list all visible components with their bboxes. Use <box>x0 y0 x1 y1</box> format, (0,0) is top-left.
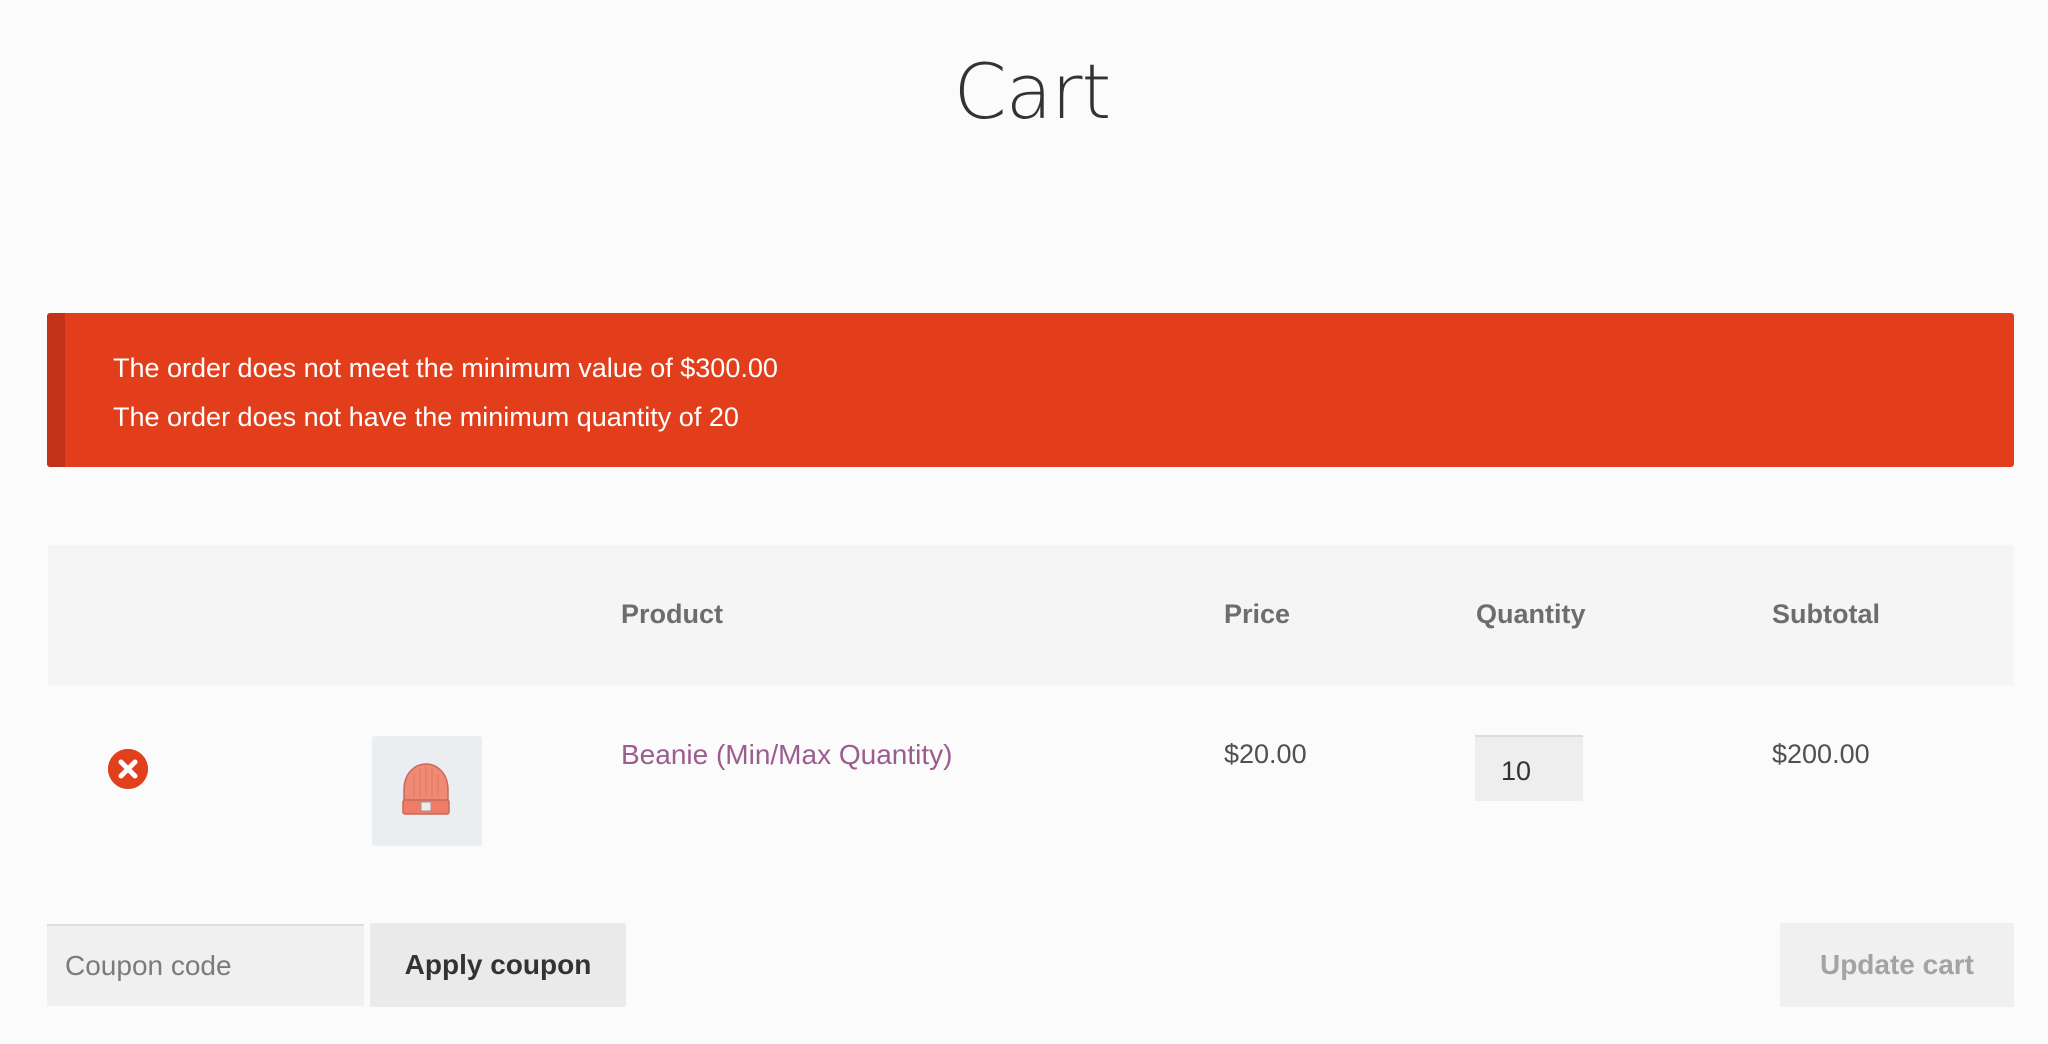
error-notice: The order does not meet the minimum valu… <box>47 313 2014 467</box>
notice-message-min-quantity: The order does not have the minimum quan… <box>113 402 739 432</box>
header-product: Product <box>621 599 724 629</box>
header-subtotal: Subtotal <box>1772 599 1880 629</box>
table-header: Product Price Quantity Subtotal <box>48 545 2014 686</box>
header-quantity: Quantity <box>1476 599 1586 629</box>
beanie-icon <box>402 763 450 815</box>
remove-item-icon[interactable] <box>108 749 148 789</box>
cart-table: Product Price Quantity Subtotal <box>48 545 2014 686</box>
product-thumbnail[interactable] <box>372 736 482 846</box>
update-cart-button[interactable]: Update cart <box>1780 923 2014 1007</box>
product-subtotal: $200.00 <box>1772 739 1870 769</box>
apply-coupon-button[interactable]: Apply coupon <box>370 923 626 1007</box>
notice-message-min-value: The order does not meet the minimum valu… <box>113 353 778 383</box>
page-title: Cart <box>953 47 1112 136</box>
coupon-code-input[interactable] <box>47 924 364 1006</box>
quantity-input[interactable] <box>1475 735 1583 801</box>
header-price: Price <box>1224 599 1291 629</box>
product-name-link[interactable]: Beanie (Min/Max Quantity) <box>621 739 952 771</box>
product-price: $20.00 <box>1224 739 1307 769</box>
